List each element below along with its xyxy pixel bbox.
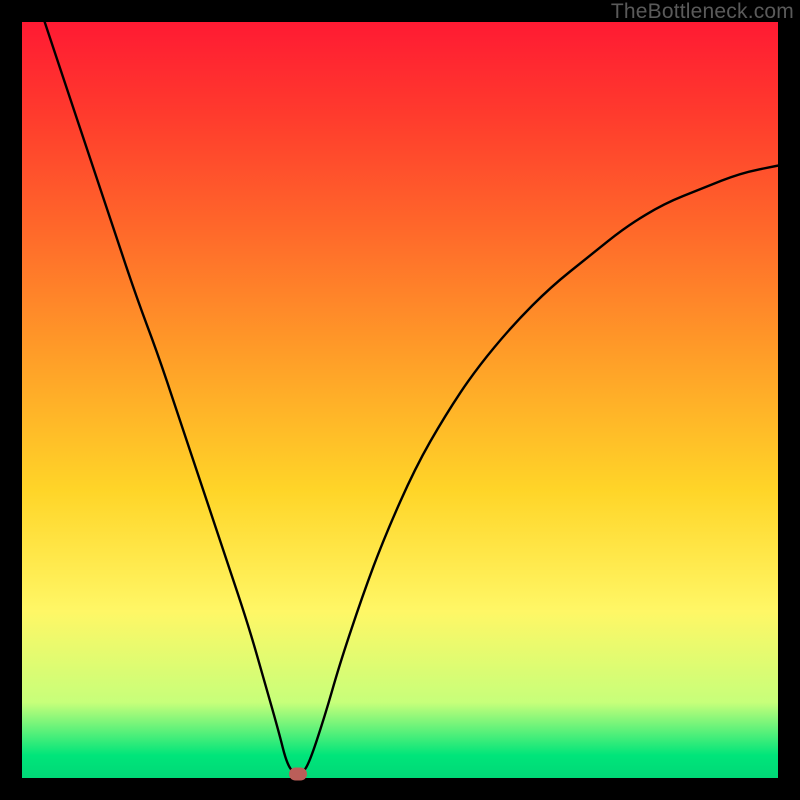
chart-frame: TheBottleneck.com xyxy=(0,0,800,800)
curve-svg xyxy=(22,22,778,778)
watermark-text: TheBottleneck.com xyxy=(611,0,794,24)
plot-area xyxy=(22,22,778,778)
bottleneck-curve xyxy=(45,22,778,774)
min-marker xyxy=(289,768,307,781)
